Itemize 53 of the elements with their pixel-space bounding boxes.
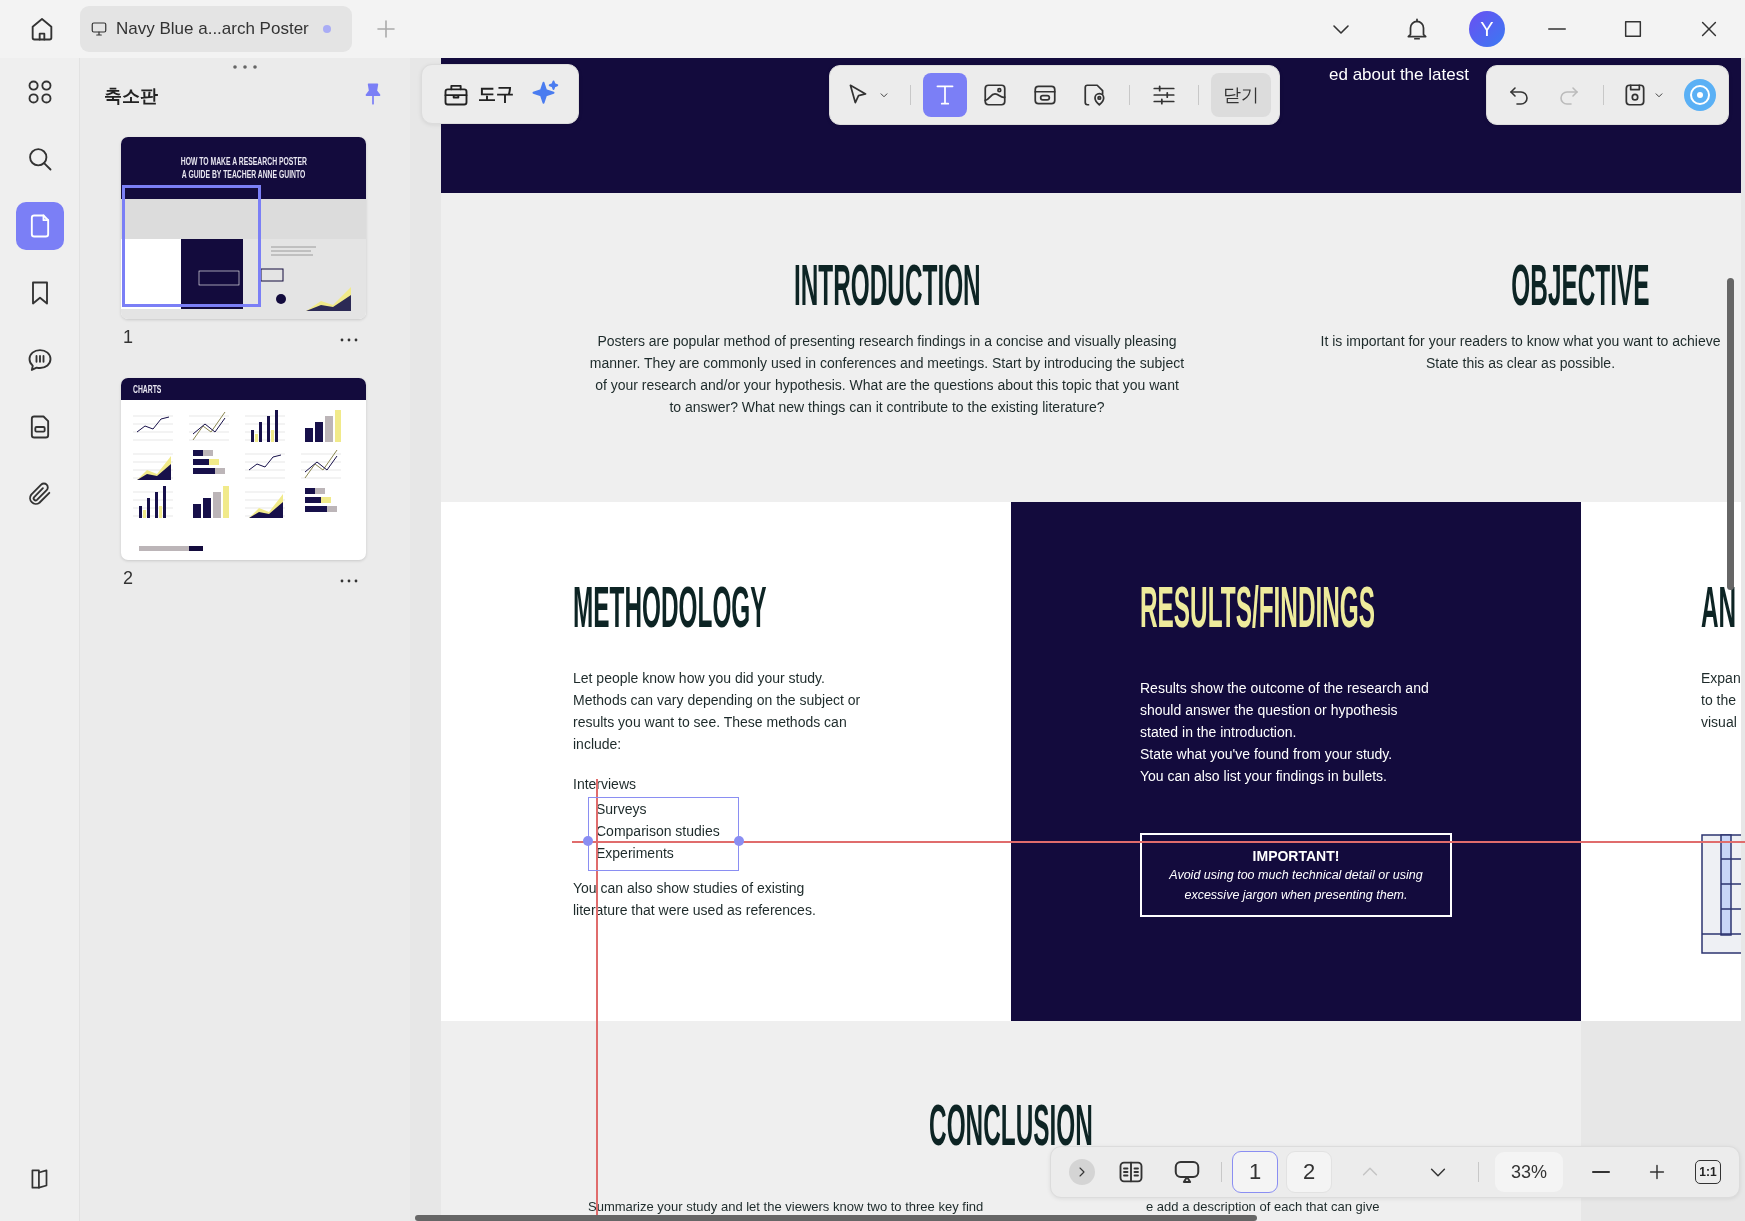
section-heading: AN [1701, 584, 1737, 630]
user-avatar[interactable]: Y [1469, 11, 1505, 47]
conclusion-text: e add a description of each that can give [1146, 1200, 1380, 1214]
image-icon [982, 82, 1008, 108]
page-thumbnail[interactable]: HOW TO MAKE A RESEARCH POSTER A GUIDE BY TEACHER ANNE GUINTO [121, 137, 366, 319]
section-heading: OBJECTIVE [1511, 262, 1650, 308]
panel-title: 축소판 [104, 85, 158, 108]
more-icon [340, 338, 358, 342]
scrollbar[interactable] [415, 1215, 1257, 1221]
analysis-text: Expan to the visual [1701, 669, 1741, 732]
tab-title: Navy Blue a...arch Poster [116, 19, 309, 39]
thumbnail-title: CHARTS [133, 382, 162, 396]
callout-title: IMPORTANT! [1252, 847, 1340, 865]
page-button[interactable]: 2 [1286, 1151, 1332, 1193]
page-number: 2 [123, 567, 133, 589]
thumbnail-title: A GUIDE BY TEACHER ANNE GUINTO [181, 168, 306, 181]
document-tab[interactable]: Navy Blue a...arch Poster [80, 6, 352, 52]
banner-text: ed about the latest [1329, 65, 1469, 85]
methodology-text: Let people know how you did your study. Methods can vary depending on the subject or results you want to see. These methods can include: [573, 669, 862, 754]
expand-button[interactable] [1069, 1159, 1095, 1185]
section-heading: INTRODUCTION [793, 262, 981, 308]
selection-frame[interactable] [588, 797, 739, 871]
close-edit-button[interactable]: 닫기 [1211, 73, 1271, 117]
minus-icon [1592, 1171, 1610, 1173]
section-heading: CONCLUSION [929, 1102, 1093, 1148]
introduction-text: Posters are popular method of presenting research findings in a concise and visually pleasing manner. They are commonly used in conferences and meetings. Start by introducing the subject of your research and/or your hypothesis. What are the questions about this topic that you want to answer? What new things can it contribute to the existing literature? [589, 332, 1185, 417]
maximize-icon [1622, 18, 1644, 40]
resize-handle[interactable] [734, 836, 744, 846]
bell-icon [1404, 16, 1430, 42]
save-icon [1622, 82, 1648, 108]
link-box-icon [1032, 82, 1058, 108]
objective-text: It is important for your readers to know what you want to achieve State this as clear as possible. [1320, 332, 1721, 373]
plus-icon [374, 17, 398, 41]
list-item: Surveys [596, 800, 647, 819]
page-thumbnail[interactable]: CHARTS [121, 378, 366, 560]
actual-size-button[interactable]: 1:1 [1695, 1160, 1721, 1184]
viewport-frame[interactable] [122, 185, 261, 307]
page-number: 1 [123, 326, 133, 348]
section-heading: METHODOLOGY [573, 584, 767, 630]
results-text: Results show the outcome of the research and should answer the question or hypothesis stated in the introduction. State what you've found from your study. You can also list your findings in bullets. [1140, 679, 1430, 786]
resize-handle[interactable] [583, 836, 593, 846]
drag-handle-icon[interactable] [232, 64, 258, 70]
callout-text: Avoid using too much technical detail or using excessive jargon when presenting them. [1169, 867, 1423, 904]
list-item: Comparison studies [596, 822, 720, 841]
more-icon [340, 579, 358, 583]
section-heading: RESULTS/FINDINGS [1140, 584, 1376, 630]
monitor-icon [90, 20, 108, 38]
assistant-icon [1683, 78, 1717, 112]
minimize-icon [1548, 28, 1566, 30]
list-item: Experiments [596, 844, 674, 863]
thumbnail-title: HOW TO MAKE A RESEARCH POSTER [180, 155, 307, 168]
page-button[interactable]: 1 [1232, 1151, 1278, 1193]
zoom-field[interactable]: 33% [1495, 1152, 1563, 1192]
